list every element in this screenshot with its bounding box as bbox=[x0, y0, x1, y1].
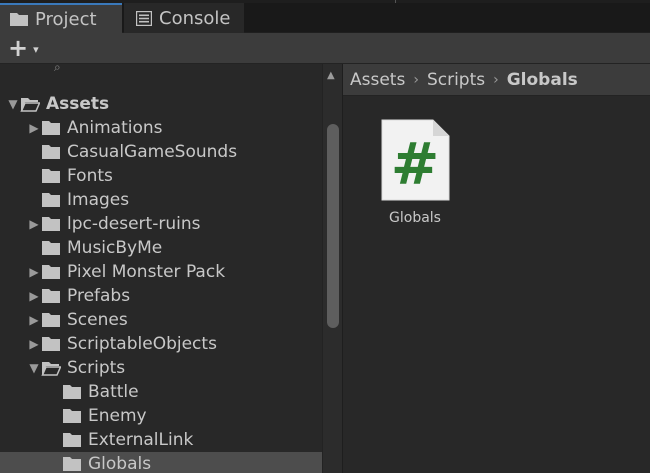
folder-icon bbox=[42, 241, 60, 255]
tree-item-label: Battle bbox=[88, 382, 139, 402]
create-button[interactable]: + ▾ bbox=[8, 34, 48, 62]
folder-icon bbox=[63, 457, 81, 471]
expand-arrow-icon[interactable]: ▶ bbox=[27, 289, 41, 303]
scroll-up-arrow-icon[interactable]: ▲ bbox=[327, 70, 335, 81]
expand-arrow-icon[interactable]: ▼ bbox=[27, 361, 41, 375]
folder-icon bbox=[63, 433, 81, 447]
expand-arrow-icon[interactable]: ▶ bbox=[27, 265, 41, 279]
tree-item-prefabs[interactable]: ▶ Prefabs bbox=[0, 284, 322, 308]
tree-item-label: Prefabs bbox=[67, 286, 131, 306]
folder-icon bbox=[42, 169, 60, 183]
expand-arrow-icon[interactable]: ▶ bbox=[27, 337, 41, 351]
folder-icon bbox=[42, 145, 60, 159]
folder-icon bbox=[63, 409, 81, 423]
tree-item-battle[interactable]: Battle bbox=[0, 380, 322, 404]
expand-arrow-icon[interactable]: ▶ bbox=[27, 313, 41, 327]
tree-item-label: Animations bbox=[67, 118, 163, 138]
script-hash-glyph: # bbox=[391, 130, 440, 198]
tree-item-pixel-monster-pack[interactable]: ▶ Pixel Monster Pack bbox=[0, 260, 322, 284]
folder-icon bbox=[42, 313, 60, 327]
tree-item-label: Enemy bbox=[88, 406, 147, 426]
tree-item-label: CasualGameSounds bbox=[67, 142, 238, 162]
scrollbar-thumb[interactable] bbox=[327, 124, 339, 328]
breadcrumb-separator-icon: › bbox=[413, 71, 419, 88]
tree-item-globals[interactable]: Globals bbox=[0, 452, 322, 473]
tab-project-label: Project bbox=[35, 8, 97, 30]
folder-open-icon bbox=[20, 98, 40, 112]
tree-item-animations[interactable]: ▶ Animations bbox=[0, 116, 322, 140]
folder-icon bbox=[42, 289, 60, 303]
tree-scrollbar[interactable]: ▲ bbox=[322, 64, 342, 473]
asset-item-globals[interactable]: # Globals bbox=[379, 118, 451, 226]
tab-console[interactable]: Console bbox=[124, 3, 244, 33]
expand-arrow-icon[interactable]: ▼ bbox=[6, 97, 20, 111]
tree-item-label: Scenes bbox=[67, 310, 128, 330]
asset-browser: Assets › Scripts › Globals # Globals bbox=[342, 64, 650, 473]
tree-item-fonts[interactable]: Fonts bbox=[0, 164, 322, 188]
tree-item-label: Pixel Monster Pack bbox=[67, 262, 226, 282]
expand-arrow-icon[interactable]: ▶ bbox=[27, 121, 41, 135]
tree-item-enemy[interactable]: Enemy bbox=[0, 404, 322, 428]
tree-item-externallink[interactable]: ExternalLink bbox=[0, 428, 322, 452]
folder-icon bbox=[42, 217, 60, 231]
csharp-script-icon: # bbox=[381, 119, 450, 201]
tree-item-label: MusicByMe bbox=[67, 238, 163, 258]
chevron-down-icon: ▾ bbox=[33, 42, 39, 56]
tab-project[interactable]: Project bbox=[0, 3, 122, 33]
folder-icon bbox=[42, 337, 60, 351]
window-divider bbox=[395, 0, 396, 3]
breadcrumb-current[interactable]: Globals bbox=[507, 70, 578, 90]
tab-console-label: Console bbox=[159, 7, 231, 29]
tree-item-label: lpc-desert-ruins bbox=[67, 214, 201, 234]
breadcrumb-item-assets[interactable]: Assets bbox=[350, 70, 405, 90]
tab-bar: Project Console bbox=[0, 0, 650, 33]
folder-icon bbox=[63, 385, 81, 399]
breadcrumb-separator-icon: › bbox=[493, 71, 499, 88]
expand-arrow-icon[interactable]: ▶ bbox=[27, 217, 41, 231]
project-toolbar: + ▾ bbox=[0, 33, 650, 64]
tree-item-label: Scripts bbox=[67, 358, 126, 378]
console-icon bbox=[136, 10, 152, 26]
tree-item-musicbyme[interactable]: MusicByMe bbox=[0, 236, 322, 260]
folder-tree: ⌕ ▼ Assets ▶ Animations CasualGameSounds… bbox=[0, 64, 342, 473]
folder-icon bbox=[42, 193, 60, 207]
tree-item-label: ScriptableObjects bbox=[67, 334, 217, 354]
tree-item-label: ExternalLink bbox=[88, 430, 194, 450]
tree-item-assets[interactable]: ▼ Assets bbox=[0, 92, 322, 116]
tree-item-scenes[interactable]: ▶ Scenes bbox=[0, 308, 322, 332]
tree-item-lpc-desert-ruins[interactable]: ▶ lpc-desert-ruins bbox=[0, 212, 322, 236]
search-icon: ⌕ bbox=[54, 64, 61, 74]
tree-item-label: Images bbox=[67, 190, 130, 210]
tree-item-images[interactable]: Images bbox=[0, 188, 322, 212]
tree-item-casualgamesounds[interactable]: CasualGameSounds bbox=[0, 140, 322, 164]
folder-open-icon bbox=[41, 362, 61, 376]
tree-item-label: Globals bbox=[88, 454, 152, 473]
folder-icon bbox=[42, 121, 60, 135]
breadcrumb-item-scripts[interactable]: Scripts bbox=[427, 70, 485, 90]
tree-item-scripts[interactable]: ▼ Scripts bbox=[0, 356, 322, 380]
tree-item-scriptableobjects[interactable]: ▶ ScriptableObjects bbox=[0, 332, 322, 356]
plus-icon: + bbox=[8, 34, 29, 62]
breadcrumb: Assets › Scripts › Globals bbox=[343, 64, 650, 96]
folder-icon bbox=[42, 265, 60, 279]
asset-name: Globals bbox=[389, 210, 441, 226]
tree-item-label: Fonts bbox=[67, 166, 113, 186]
folder-icon bbox=[10, 13, 28, 26]
tree-item-label: Assets bbox=[46, 94, 110, 114]
